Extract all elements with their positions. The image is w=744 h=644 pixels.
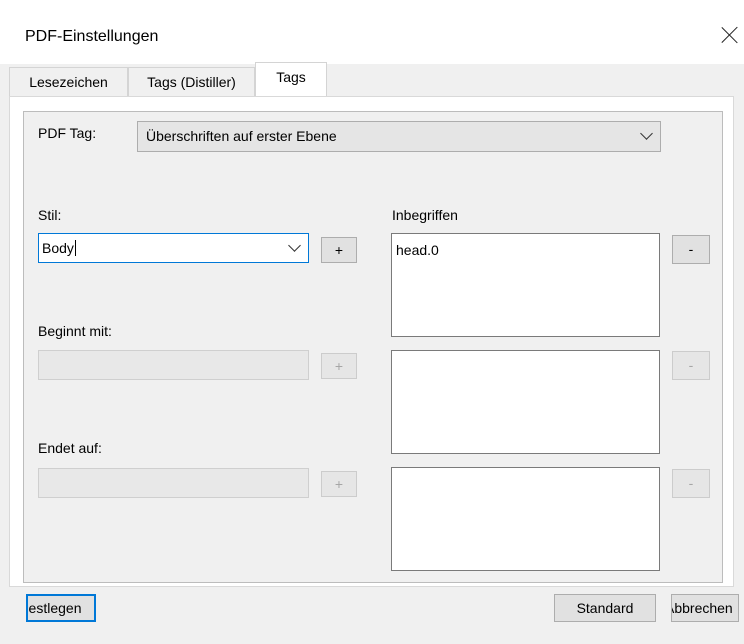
ends-label: Endet auf: [38, 440, 102, 456]
begins-combobox [38, 350, 309, 380]
includes-label: Inbegriffen [392, 207, 458, 223]
chevron-down-icon [290, 243, 298, 251]
tab-tags[interactable]: Tags [255, 62, 327, 97]
window-title: PDF-Einstellungen [25, 28, 159, 45]
remove-include-button[interactable]: - [672, 235, 710, 264]
remove-ends-button: - [672, 469, 710, 498]
style-value: Body [42, 240, 74, 256]
title-bar: PDF-Einstellungen [0, 0, 744, 64]
standard-button-label: Standard [576, 600, 634, 616]
apply-button-label: Festlegen [26, 600, 82, 616]
add-style-button[interactable]: + [321, 237, 357, 263]
cancel-button[interactable]: Abbrechen [671, 594, 739, 622]
pdf-tag-value: Überschriften auf erster Ebene [146, 128, 337, 144]
tab-label: Lesezeichen [29, 74, 108, 90]
apply-button[interactable]: Festlegen [26, 594, 96, 622]
add-ends-button: + [321, 471, 357, 497]
cancel-button-label: Abbrechen [671, 600, 733, 616]
list-item[interactable]: head.0 [396, 242, 439, 258]
close-icon[interactable] [717, 22, 743, 50]
begins-label: Beginnt mit: [38, 323, 112, 339]
begins-list[interactable] [391, 350, 660, 454]
style-label: Stil: [38, 207, 62, 223]
ends-list[interactable] [391, 467, 660, 571]
add-begins-button: + [321, 353, 357, 379]
text-caret [74, 240, 76, 256]
tab-lesezeichen[interactable]: Lesezeichen [9, 67, 128, 96]
includes-list[interactable]: head.0 [391, 233, 660, 337]
pdf-tag-label: PDF Tag: [38, 125, 97, 141]
tab-label: Tags [276, 69, 306, 85]
pdf-tag-dropdown[interactable]: Überschriften auf erster Ebene [137, 121, 661, 152]
standard-button[interactable]: Standard [554, 594, 656, 622]
tab-tags-distiller[interactable]: Tags (Distiller) [128, 67, 255, 96]
style-combobox[interactable]: Body [38, 233, 309, 263]
remove-begins-button: - [672, 351, 710, 380]
tab-label: Tags (Distiller) [147, 74, 236, 90]
chevron-down-icon [642, 131, 650, 139]
ends-combobox [38, 468, 309, 498]
